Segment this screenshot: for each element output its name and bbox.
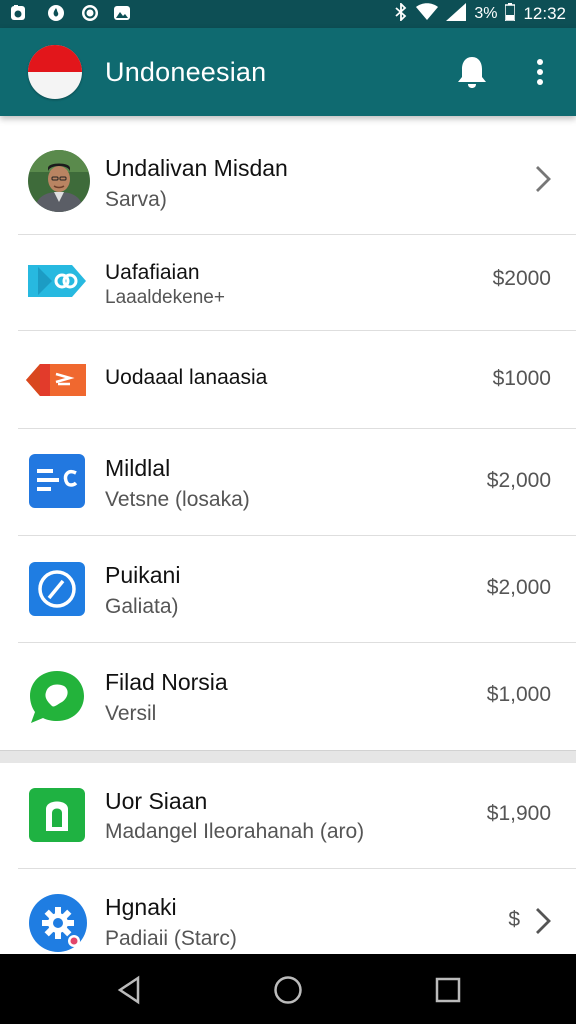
item-title: Filad Norsia: [105, 669, 228, 695]
profile-name: Undalivan Misdan: [105, 155, 288, 181]
item-amount: $2,000: [486, 469, 551, 492]
item-amount: $1,900: [486, 802, 551, 825]
item-title: Uafafiaian: [105, 261, 200, 284]
item-subtitle: Vetsne (losaka): [105, 488, 250, 511]
battery-percent: 3%: [474, 5, 498, 22]
list-item[interactable]: Uor Siaan Madangel Ileorahanah (aro) $1,…: [0, 763, 576, 869]
item-subtitle: Padiaii (Starc): [105, 927, 237, 950]
shield-icon: [80, 3, 100, 23]
item-amount: $2000: [492, 267, 551, 290]
bluetooth-icon: [394, 1, 408, 26]
chevron-right-icon[interactable]: [534, 906, 552, 936]
indonesia-flag-icon[interactable]: [28, 45, 82, 99]
avatar: [28, 150, 90, 212]
item-amount: $2,000: [486, 576, 551, 599]
item-title: Uor Siaan: [105, 788, 208, 814]
item-amount: $1,000: [486, 683, 551, 706]
app-bar: Undoneesian: [0, 28, 576, 116]
list-item[interactable]: Hgnaki Padiaii (Starc) $: [0, 869, 576, 954]
list-item[interactable]: Uodaaal lanaasia $1000: [0, 331, 576, 429]
camera-icon: [8, 3, 28, 23]
section-divider: [0, 750, 576, 764]
compass-icon: [28, 561, 86, 617]
system-nav-bar: [0, 954, 576, 1024]
battery-icon: [504, 2, 517, 26]
item-subtitle: Versil: [105, 702, 157, 725]
image-icon: [112, 3, 132, 23]
item-title: Hgnaki: [105, 894, 177, 920]
profile-subtitle: Sarva): [105, 188, 167, 211]
chain-link-icon: [28, 261, 86, 301]
item-subtitle: Galiata): [105, 595, 179, 618]
item-title: Puikani: [105, 562, 181, 588]
home-icon[interactable]: [272, 974, 304, 1006]
item-title: Mildlal: [105, 455, 171, 481]
chevron-right-icon[interactable]: [534, 164, 552, 194]
profile-row[interactable]: Undalivan Misdan Sarva): [0, 116, 576, 235]
item-subtitle: Laaaldekene+: [105, 287, 225, 308]
send-tag-icon: [26, 360, 86, 400]
bell-icon[interactable]: [455, 54, 489, 90]
list-item[interactable]: Filad Norsia Versil $1,000: [0, 643, 576, 750]
more-vert-icon[interactable]: [528, 56, 552, 88]
back-icon[interactable]: [114, 974, 146, 1006]
list-item[interactable]: Uafafiaian Laaaldekene+ $2000: [0, 235, 576, 331]
item-title: Uodaaal lanaasia: [105, 366, 268, 389]
item-amount: $1000: [492, 367, 551, 390]
recents-icon[interactable]: [432, 974, 464, 1006]
chat-bubble-icon: [28, 668, 86, 726]
item-amount: $: [508, 908, 520, 931]
list-item[interactable]: Puikani Galiata) $2,000: [0, 536, 576, 643]
signal-icon: [446, 2, 467, 26]
clock: 12:32: [523, 4, 566, 23]
contact-icon: [28, 787, 86, 843]
settings-gear-icon: [28, 893, 88, 953]
list-item[interactable]: Mildlal Vetsne (losaka) $2,000: [0, 429, 576, 536]
item-subtitle: Madangel Ileorahanah (aro): [105, 820, 365, 843]
app-title: Undoneesian: [105, 57, 267, 87]
wifi-icon: [416, 2, 439, 26]
fire-icon: [46, 3, 66, 23]
document-icon: [28, 453, 86, 509]
status-bar: 3% 12:32: [0, 0, 576, 28]
